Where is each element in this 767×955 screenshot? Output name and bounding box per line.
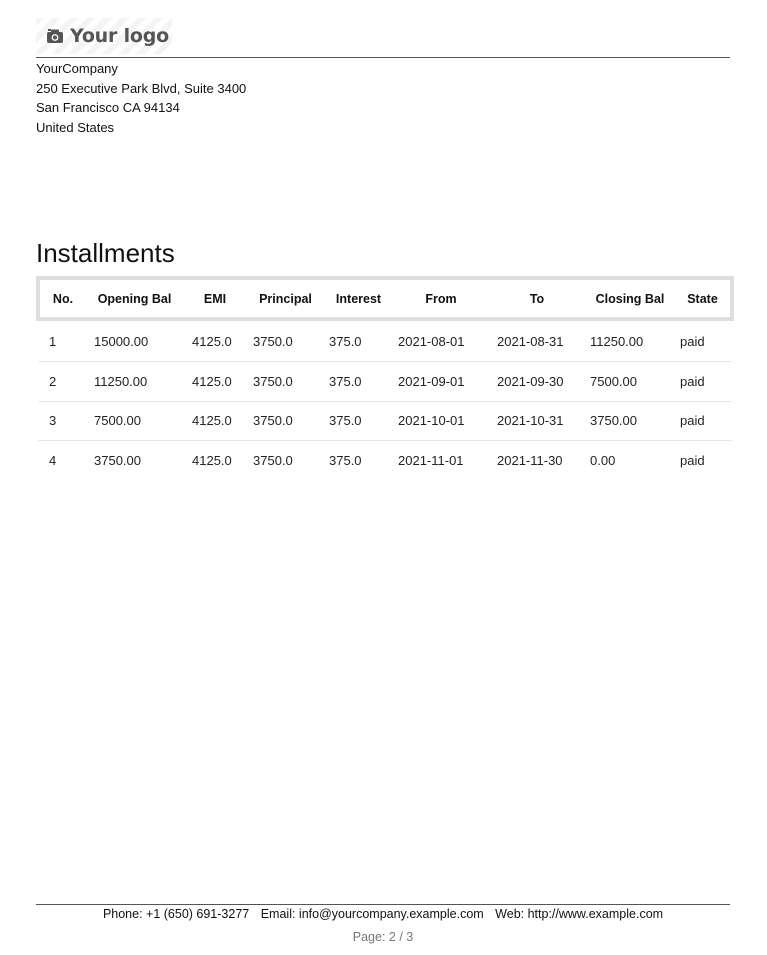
table-row: 3 7500.00 4125.0 3750.0 375.0 2021-10-01…	[38, 401, 732, 441]
cell-from: 2021-08-01	[393, 319, 489, 362]
column-header-state: State	[675, 276, 734, 321]
column-header-no: No.	[36, 276, 86, 321]
cell-principal: 3750.0	[253, 452, 293, 468]
cell-opening-bal: 7500.00	[86, 401, 183, 441]
cell-from: 2021-11-01	[398, 452, 464, 468]
cell-emi: 4125.0	[183, 319, 247, 362]
cell-opening-bal: 11250.00	[86, 361, 183, 402]
footer-web: Web: http://www.example.com	[495, 907, 664, 921]
column-header-principal: Principal	[247, 276, 324, 321]
cell-no: 1	[38, 319, 86, 362]
page-number: Page: 2 / 3	[352, 930, 414, 944]
company-address: YourCompany 250 Executive Park Blvd, Sui…	[36, 59, 246, 137]
installments-table: No. Opening Bal EMI Principal Interest F…	[36, 276, 734, 480]
cell-from: 2021-10-01	[393, 401, 489, 441]
footer-phone: Phone: +1 (650) 691-3277	[102, 907, 250, 921]
header-divider	[36, 57, 730, 58]
cell-from: 2021-09-01	[393, 361, 489, 402]
company-country: United States	[36, 119, 115, 135]
company-logo: Your logo	[36, 18, 172, 54]
cell-state: paid	[675, 319, 732, 362]
footer-contacts: Phone: +1 (650) 691-3277 Email: info@you…	[36, 906, 730, 923]
logo-text: Your logo	[70, 25, 169, 47]
installments-table-container: No. Opening Bal EMI Principal Interest F…	[36, 276, 734, 480]
table-row: 2 11250.00 4125.0 3750.0 375.0 2021-09-0…	[38, 361, 732, 402]
table-row: 4 3750.00 4125.0 3750.0 375.0 2021-11-01…	[38, 441, 732, 480]
company-street: 250 Executive Park Blvd, Suite 3400	[36, 80, 247, 96]
column-header-interest: Interest	[324, 276, 393, 321]
cell-interest: 375.0	[324, 361, 393, 402]
cell-principal: 3750.0	[247, 319, 324, 362]
cell-principal: 3750.0	[247, 361, 324, 402]
column-header-to: To	[489, 276, 585, 321]
cell-interest: 375.0	[324, 319, 393, 362]
cell-to: 2021-08-31	[489, 319, 585, 362]
cell-opening-bal: 15000.00	[86, 319, 183, 362]
cell-emi: 4125.0	[183, 401, 247, 441]
cell-closing-bal: 7500.00	[585, 361, 675, 402]
cell-to: 2021-11-30	[497, 452, 563, 468]
table-header-row: No. Opening Bal EMI Principal Interest F…	[36, 276, 734, 321]
section-title: Installments	[36, 238, 175, 268]
cell-no: 2	[38, 361, 86, 402]
cell-interest: 375.0	[329, 452, 362, 468]
cell-no: 3	[38, 401, 86, 441]
cell-no: 4	[49, 452, 57, 468]
cell-closing-bal: 3750.00	[585, 401, 675, 441]
company-name: YourCompany	[36, 61, 118, 76]
cell-principal: 3750.0	[247, 401, 324, 441]
cell-emi: 4125.0	[192, 452, 232, 468]
footer-email: Email: info@yourcompany.example.com	[260, 907, 484, 921]
column-header-opening-bal: Opening Bal	[86, 276, 183, 321]
cell-state: paid	[675, 401, 732, 441]
cell-to: 2021-09-30	[489, 361, 585, 402]
cell-to: 2021-10-31	[489, 401, 585, 441]
cell-interest: 375.0	[324, 401, 393, 441]
column-header-from: From	[393, 276, 489, 321]
table-row: 1 15000.00 4125.0 3750.0 375.0 2021-08-0…	[38, 319, 732, 362]
cell-state: paid	[680, 452, 705, 468]
cell-opening-bal: 3750.00	[94, 452, 141, 468]
cell-closing-bal: 0.00	[590, 452, 616, 468]
company-city: San Francisco CA 94134	[36, 100, 180, 115]
footer-divider	[36, 904, 730, 905]
cell-emi: 4125.0	[183, 361, 247, 402]
column-header-closing-bal: Closing Bal	[585, 276, 675, 321]
camera-icon	[46, 27, 64, 45]
cell-state: paid	[675, 361, 732, 402]
column-header-emi: EMI	[183, 276, 247, 321]
cell-closing-bal: 11250.00	[585, 319, 675, 362]
